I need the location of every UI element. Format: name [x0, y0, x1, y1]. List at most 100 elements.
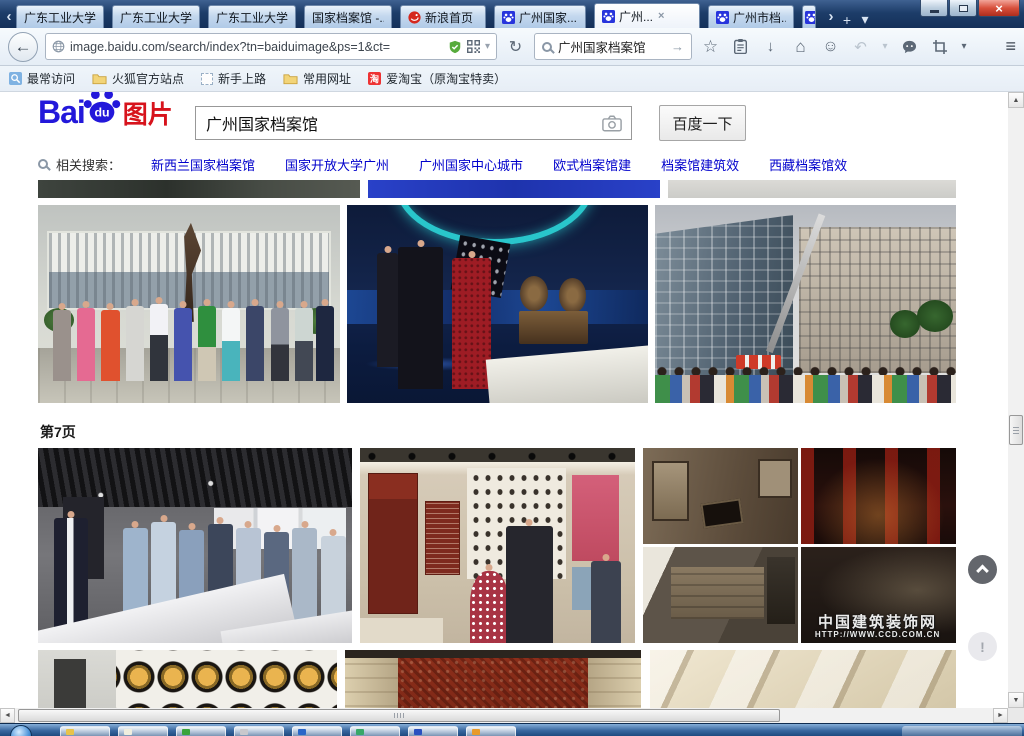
- bookmark-folder-common-sites[interactable]: 常用网址: [283, 70, 351, 87]
- result-image-building-crane[interactable]: [655, 205, 956, 403]
- result-image-interior-collage[interactable]: 中国建筑装饰网 HTTP://WWW.CCD.COM.CN: [643, 448, 956, 643]
- new-tab-button[interactable]: +: [838, 12, 856, 28]
- scroll-left-button[interactable]: ◄: [0, 708, 15, 723]
- close-button[interactable]: ×: [978, 0, 1020, 17]
- result-image-exhibition-wall[interactable]: [360, 448, 635, 643]
- related-link-2[interactable]: 国家开放大学广州: [285, 155, 389, 174]
- bookmark-label: 爱淘宝（原淘宝特卖）: [386, 70, 506, 87]
- taskbar-button[interactable]: [234, 726, 284, 736]
- baidu-image-logo[interactable]: Bai du 图片: [38, 94, 173, 131]
- back-button[interactable]: ←: [8, 32, 38, 62]
- security-shield-icon[interactable]: [448, 40, 462, 54]
- taskbar-button[interactable]: [118, 726, 168, 736]
- taskbar-button[interactable]: [350, 726, 400, 736]
- tab-1[interactable]: 广东工业大学...: [16, 5, 104, 28]
- taskbar-button[interactable]: [292, 726, 342, 736]
- projector-reel: [559, 278, 587, 313]
- system-tray[interactable]: [902, 726, 1022, 736]
- back-to-top-button[interactable]: [968, 555, 997, 584]
- url-bar[interactable]: image.baidu.com/search/index?tn=baiduima…: [45, 33, 497, 60]
- tab-label: 广州国家...: [519, 9, 577, 26]
- bookmark-most-visited[interactable]: 最常访问: [9, 70, 75, 87]
- app-icon: [472, 729, 480, 735]
- menu-button[interactable]: ≡: [1005, 36, 1016, 57]
- restore-button[interactable]: [949, 0, 977, 17]
- qr-code-icon[interactable]: [467, 40, 480, 53]
- bookmark-folder-firefox[interactable]: 火狐官方站点: [92, 70, 184, 87]
- undo-button[interactable]: ↶: [849, 38, 872, 56]
- related-link-4[interactable]: 欧式档案馆建: [553, 155, 631, 174]
- horizontal-scroll-thumb[interactable]: [18, 709, 780, 722]
- result-image-partial-3[interactable]: [668, 180, 956, 198]
- result-image-partial-2[interactable]: [368, 180, 660, 198]
- related-link-3[interactable]: 广州国家中心城市: [419, 155, 523, 174]
- scroll-right-button[interactable]: ►: [993, 708, 1008, 723]
- tab-9-clipped[interactable]: [802, 5, 816, 28]
- chevron-up-icon: [976, 565, 989, 578]
- horizontal-scrollbar[interactable]: ◄ ►: [0, 708, 1008, 723]
- related-link-1[interactable]: 新西兰国家档案馆: [151, 155, 255, 174]
- baidu-submit-button[interactable]: 百度一下: [659, 105, 746, 141]
- taskbar-button[interactable]: [60, 726, 110, 736]
- result-image-exhibit-blue[interactable]: [347, 205, 648, 403]
- taskbar-button[interactable]: [176, 726, 226, 736]
- baidu-search-input[interactable]: 广州国家档案馆: [195, 106, 632, 140]
- result-image-group-photo[interactable]: [38, 205, 340, 403]
- start-button[interactable]: [10, 725, 32, 736]
- home-button[interactable]: ⌂: [789, 37, 812, 57]
- result-image-ceiling-lights[interactable]: [650, 650, 956, 708]
- url-dropdown-icon[interactable]: ▾: [485, 41, 490, 52]
- result-image-carved-door[interactable]: [345, 650, 641, 708]
- tab-2[interactable]: 广东工业大学...: [112, 5, 200, 28]
- exclamation-icon: !: [980, 639, 985, 655]
- reload-button[interactable]: ↻: [504, 37, 527, 57]
- vertical-scrollbar[interactable]: ▲ ▼: [1008, 92, 1024, 708]
- tab-list-dropdown-button[interactable]: ▾: [856, 11, 874, 28]
- tab-7-active[interactable]: 广州... ×: [594, 3, 700, 28]
- undo-dropdown-icon[interactable]: ▾: [879, 41, 891, 52]
- app-icon: [356, 729, 364, 735]
- tab-6-baidu[interactable]: 广州国家...: [494, 5, 586, 28]
- search-go-icon[interactable]: →: [671, 39, 684, 54]
- search-magnifier-icon: [542, 42, 552, 52]
- folder-icon: [92, 73, 107, 85]
- related-link-6[interactable]: 西藏档案馆效: [769, 155, 847, 174]
- taskbar-button[interactable]: [466, 726, 516, 736]
- bookmark-getting-started[interactable]: 新手上路: [201, 70, 266, 87]
- tab-8-baidu[interactable]: 广州市档...: [708, 5, 794, 28]
- tab-close-icon[interactable]: ×: [658, 10, 664, 22]
- crowd: [655, 375, 956, 403]
- vertical-scroll-thumb[interactable]: [1009, 415, 1023, 445]
- person-figure: [271, 308, 289, 381]
- scroll-up-button[interactable]: ▲: [1008, 92, 1024, 108]
- tab-3[interactable]: 广东工业大学...: [208, 5, 296, 28]
- tab-5-sina[interactable]: 新浪首页: [400, 5, 486, 28]
- bookmark-label: 火狐官方站点: [112, 70, 184, 87]
- result-image-partial-1[interactable]: [38, 180, 360, 198]
- result-image-gold-gallery[interactable]: [38, 650, 337, 708]
- minimize-button[interactable]: [920, 0, 948, 17]
- result-image-queue-interior[interactable]: [38, 448, 352, 643]
- scroll-down-button[interactable]: ▼: [1008, 692, 1024, 708]
- smiley-addon-button[interactable]: ☺: [819, 38, 842, 56]
- bookmark-aitaobao[interactable]: 淘 爱淘宝（原淘宝特卖）: [368, 70, 506, 87]
- camera-icon[interactable]: [602, 115, 622, 132]
- tab-scroll-left-button[interactable]: ‹: [2, 4, 16, 28]
- related-link-5[interactable]: 档案馆建筑效: [661, 155, 739, 174]
- windows-taskbar[interactable]: [0, 723, 1024, 736]
- bookmark-star-button[interactable]: ☆: [699, 37, 722, 57]
- screenshot-dropdown-icon[interactable]: ▾: [958, 41, 970, 52]
- chat-addon-button[interactable]: [898, 40, 921, 54]
- bookmarks-panel-button[interactable]: [729, 39, 752, 54]
- back-icon: ←: [15, 37, 32, 57]
- bookmark-label: 最常访问: [27, 70, 75, 87]
- tab-4[interactable]: 国家档案馆 -...: [304, 5, 392, 28]
- taskbar-button[interactable]: [408, 726, 458, 736]
- tab-scroll-right-button[interactable]: ›: [824, 4, 838, 28]
- feedback-button[interactable]: !: [968, 632, 997, 661]
- marble-pillar: [345, 658, 398, 708]
- bookmark-label: 常用网址: [303, 70, 351, 87]
- downloads-button[interactable]: ↓: [759, 38, 782, 55]
- search-bar[interactable]: 广州国家档案馆 →: [534, 33, 692, 60]
- screenshot-button[interactable]: [928, 40, 951, 54]
